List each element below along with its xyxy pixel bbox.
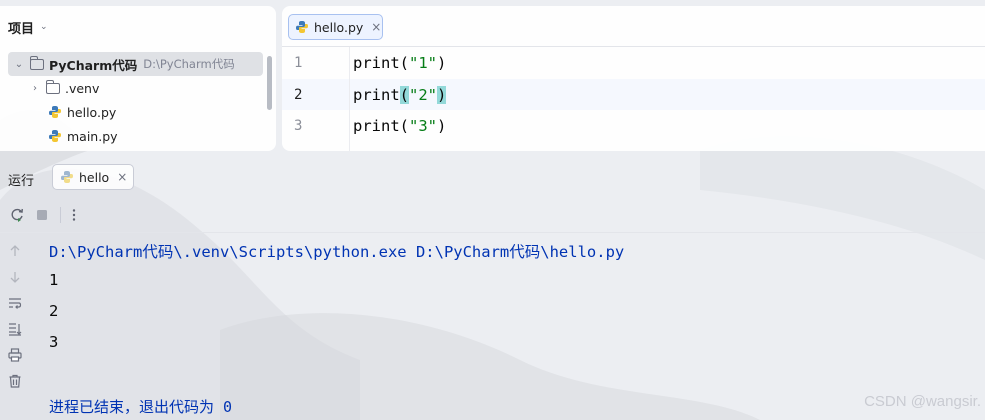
line-number: 2 <box>294 87 303 103</box>
project-scrollbar[interactable] <box>267 56 272 110</box>
python-file-icon <box>296 21 308 33</box>
code-string: "3" <box>409 117 437 135</box>
code-string: "2" <box>409 86 438 104</box>
code-paren: ) <box>437 117 447 135</box>
line-number: 3 <box>294 118 303 134</box>
run-divider <box>0 232 985 233</box>
close-icon[interactable]: × <box>117 170 127 184</box>
arrow-up-icon[interactable] <box>7 243 23 259</box>
run-tab-label: hello <box>79 169 110 185</box>
project-panel: 项目 ⌄ ⌄ PyCharm代码 D:\PyCharm代码 › .venv he… <box>0 6 276 151</box>
code-function: print <box>353 86 400 104</box>
console-output-line: 2 <box>49 302 59 320</box>
code-function: print( <box>353 54 409 72</box>
more-options-icon[interactable] <box>66 207 82 223</box>
python-file-icon <box>61 171 73 183</box>
project-panel-title: 项目 <box>8 21 35 37</box>
tree-item-label: hello.py <box>67 104 117 120</box>
run-tab-hello[interactable]: hello × <box>52 164 134 190</box>
code-paren-highlighted: ) <box>437 86 447 104</box>
console-output-line: 3 <box>49 333 59 351</box>
run-toolbar <box>0 202 985 228</box>
rerun-icon[interactable] <box>9 207 25 223</box>
project-panel-header[interactable]: 项目 ⌄ <box>8 17 48 37</box>
run-panel-title: 运行 <box>8 174 35 189</box>
watermark-text: CSDN @wangsir. <box>864 393 981 410</box>
tree-item-label: PyCharm代码 <box>49 57 138 73</box>
toolbar-separator <box>60 207 61 223</box>
code-line[interactable]: print("3") <box>353 117 446 135</box>
chevron-right-icon[interactable]: › <box>28 83 42 94</box>
tree-item-label: main.py <box>67 128 118 144</box>
trash-icon[interactable] <box>7 373 23 389</box>
chevron-down-icon[interactable]: ⌄ <box>12 59 26 70</box>
tree-item-path: D:\PyCharm代码 <box>143 57 235 71</box>
tree-item-main-py[interactable]: main.py <box>48 124 118 148</box>
tree-item-label: .venv <box>65 80 100 96</box>
console-output-line: 1 <box>49 271 59 289</box>
code-paren-highlighted: ( <box>399 86 410 104</box>
console-command-line: D:\PyCharm代码\.venv\Scripts\python.exe D:… <box>49 243 625 261</box>
tree-item-venv[interactable]: › .venv <box>28 76 99 100</box>
arrow-down-icon[interactable] <box>7 269 23 285</box>
tab-divider <box>282 46 985 47</box>
python-file-icon <box>49 106 61 118</box>
code-line[interactable]: print("1") <box>353 54 446 72</box>
stop-icon[interactable] <box>34 207 50 223</box>
close-icon[interactable]: × <box>371 20 381 34</box>
code-string: "1" <box>409 54 437 72</box>
tree-item-root[interactable]: ⌄ PyCharm代码 D:\PyCharm代码 <box>8 52 263 76</box>
folder-icon <box>45 79 60 94</box>
code-paren: ) <box>437 54 447 72</box>
chevron-down-icon: ⌄ <box>40 22 48 32</box>
editor-panel: hello.py × 1 2 3 print("1") print("2") p… <box>282 6 985 151</box>
run-header: 运行 <box>0 162 985 194</box>
code-function: print( <box>353 117 409 135</box>
python-file-icon <box>49 130 61 142</box>
gutter-separator <box>349 47 350 151</box>
soft-wrap-icon[interactable] <box>7 295 23 311</box>
scroll-to-end-icon[interactable] <box>7 321 23 337</box>
line-number: 1 <box>294 55 303 71</box>
console-exit-message: 进程已结束，退出代码为 0 <box>49 398 233 416</box>
folder-icon <box>29 55 44 70</box>
tree-item-hello-py[interactable]: hello.py <box>48 100 116 124</box>
code-line[interactable]: print("2") <box>353 86 447 104</box>
editor-tab-hello-py[interactable]: hello.py × <box>288 14 383 40</box>
print-icon[interactable] <box>7 347 23 363</box>
editor-tab-label: hello.py <box>314 19 364 35</box>
